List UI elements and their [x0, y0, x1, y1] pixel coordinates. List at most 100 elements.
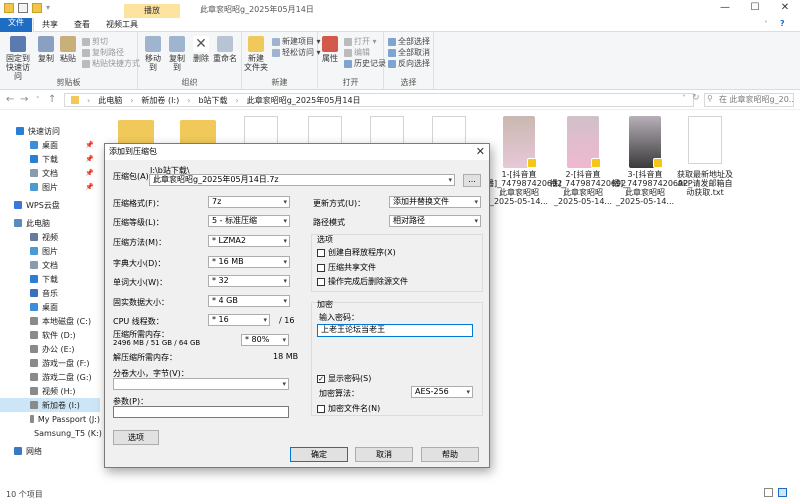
sidebar-item[interactable]: 音乐 — [0, 286, 100, 300]
new-folder-icon[interactable] — [32, 3, 42, 13]
create-sfx-checkbox[interactable]: 创建自释放程序(X) — [317, 247, 396, 258]
sidebar-item[interactable]: 游戏一盘 (F:) — [0, 356, 100, 370]
sidebar-item[interactable]: 视频 — [0, 230, 100, 244]
encrypt-filenames-checkbox[interactable]: 加密文件名(N) — [317, 403, 380, 414]
properties-button[interactable]: 属性 — [320, 36, 340, 63]
sidebar-item[interactable]: 新加卷 (I:) — [0, 398, 100, 412]
paste-button[interactable]: 粘贴 — [58, 36, 78, 63]
delete-button[interactable]: ✕ 删除 — [192, 36, 210, 63]
sidebar-item[interactable]: 下载 📌 — [0, 152, 100, 166]
refresh-icon[interactable]: ↻ — [692, 93, 700, 103]
help-button[interactable]: 帮助 — [421, 447, 479, 462]
edit-button[interactable]: 编辑 — [344, 47, 370, 58]
chevron-down-icon: ▾ — [283, 198, 287, 206]
rename-button[interactable]: 重命名 — [212, 36, 238, 63]
select-all-button[interactable]: 全部选择 — [388, 36, 430, 47]
pin-icon[interactable]: 📌 — [85, 141, 94, 149]
help-icon[interactable]: ? — [780, 19, 785, 28]
memory-percent-select[interactable]: * 80% ▾ — [241, 334, 289, 346]
tab-video-tools[interactable]: 视频工具 — [98, 18, 146, 32]
sidebar-item[interactable]: 图片 — [0, 244, 100, 258]
easy-access-button[interactable]: 轻松访问 ▾ — [272, 47, 321, 58]
large-icons-view-icon[interactable] — [778, 488, 787, 497]
copy-button[interactable]: 复制 — [36, 36, 56, 63]
breadcrumb-item[interactable]: 此电脑 — [98, 95, 122, 106]
params-input[interactable] — [113, 406, 289, 418]
move-to-button[interactable]: 移动到 — [142, 36, 164, 72]
path-mode-select[interactable]: 相对路径 ▾ — [389, 215, 481, 227]
sidebar-item[interactable]: 办公 (E:) — [0, 342, 100, 356]
ok-button[interactable]: 确定 — [290, 447, 348, 462]
compress-shared-checkbox[interactable]: 压缩共享文件 — [317, 262, 376, 273]
sidebar-item[interactable]: 视频 (H:) — [0, 384, 100, 398]
up-icon[interactable]: ↑ — [48, 94, 56, 105]
paste-shortcut-button[interactable]: 粘贴快捷方式 — [82, 58, 140, 69]
sidebar-item[interactable]: 桌面 — [0, 300, 100, 314]
invert-selection-button[interactable]: 反向选择 — [388, 58, 430, 69]
solid-select[interactable]: * 4 GB ▾ — [208, 295, 290, 307]
cut-button[interactable]: 剪切 — [82, 36, 108, 47]
customize-qat-icon[interactable]: ▾ — [46, 3, 50, 13]
collapse-ribbon-icon[interactable]: ˅ — [764, 20, 768, 29]
sidebar-item[interactable]: 网络 — [0, 444, 100, 458]
recent-locations-icon[interactable]: ˅ — [36, 96, 40, 104]
forward-icon[interactable]: → — [20, 94, 28, 105]
delete-after-checkbox[interactable]: 操作完成后删除源文件 — [317, 276, 408, 287]
encryption-method-select[interactable]: AES-256 ▾ — [411, 386, 473, 398]
browse-button[interactable]: ... — [463, 174, 481, 187]
maximize-button[interactable]: ☐ — [740, 2, 770, 16]
options-button[interactable]: 选项 — [113, 430, 159, 445]
dict-select[interactable]: * 16 MB ▾ — [208, 256, 290, 268]
details-view-icon[interactable] — [764, 488, 773, 497]
level-select[interactable]: 5 - 标准压缩 ▾ — [208, 215, 290, 227]
pin-icon[interactable]: 📌 — [85, 183, 94, 191]
select-none-button[interactable]: 全部取消 — [388, 47, 430, 58]
breadcrumb[interactable]: › 此电脑 › 新加卷 (I:) › b站下载 › 此章衮昭昭g_2025年05… — [64, 93, 694, 107]
history-button[interactable]: 历史记录 — [344, 58, 386, 69]
breadcrumb-item[interactable]: b站下载 — [198, 95, 227, 106]
sidebar-item[interactable]: 文档 📌 — [0, 166, 100, 180]
cancel-button[interactable]: 取消 — [355, 447, 413, 462]
show-password-checkbox[interactable]: ✓ 显示密码(S) — [317, 373, 371, 384]
close-button[interactable]: ✕ — [770, 2, 800, 16]
sidebar-item[interactable]: WPS云盘 — [0, 198, 100, 212]
tab-file[interactable]: 文件 — [0, 17, 32, 32]
back-icon[interactable]: ← — [6, 94, 14, 105]
sidebar-item[interactable]: 桌面 📌 — [0, 138, 100, 152]
breadcrumb-item[interactable]: 新加卷 (I:) — [141, 95, 179, 106]
minimize-button[interactable]: — — [710, 2, 740, 16]
sidebar-item[interactable]: Samsung_T5 (K:) — [0, 426, 102, 440]
word-select[interactable]: * 32 ▾ — [208, 275, 290, 287]
method-select[interactable]: * LZMA2 ▾ — [208, 235, 290, 247]
address-dropdown-icon[interactable]: ˅ — [682, 94, 686, 103]
breadcrumb-item[interactable]: 此章衮昭昭g_2025年05月14日 — [247, 95, 361, 106]
copy-path-button[interactable]: 复制路径 — [82, 47, 124, 58]
sidebar-item[interactable]: 本地磁盘 (C:) — [0, 314, 100, 328]
sidebar-item[interactable]: My Passport (J:) — [0, 412, 100, 426]
open-button[interactable]: 打开 ▾ — [344, 36, 377, 47]
sidebar-item[interactable]: 软件 (D:) — [0, 328, 100, 342]
copy-to-button[interactable]: 复制到 — [166, 36, 188, 72]
threads-select[interactable]: * 16 ▾ — [208, 314, 270, 326]
update-mode-select[interactable]: 添加并替换文件 ▾ — [389, 196, 481, 208]
tab-view[interactable]: 查看 — [66, 18, 98, 32]
new-item-button[interactable]: 新建项目 ▾ — [272, 36, 321, 47]
pin-quick-access-button[interactable]: 固定到 快速访问 — [3, 36, 33, 81]
split-size-select[interactable]: ▾ — [113, 378, 289, 390]
new-folder-button[interactable]: 新建 文件夹 — [244, 36, 268, 72]
archive-name-input[interactable]: 此章衮昭昭g_2025年05月14日.7z ▾ — [149, 174, 455, 186]
dialog-close-button[interactable]: ✕ — [476, 145, 485, 158]
search-input[interactable]: 在 此章衮昭昭g_20... — [704, 93, 794, 107]
sidebar-item[interactable]: 游戏二盘 (G:) — [0, 370, 100, 384]
sidebar-item[interactable]: 下载 — [0, 272, 100, 286]
pin-icon[interactable]: 📌 — [85, 169, 94, 177]
format-select[interactable]: 7z ▾ — [208, 196, 290, 208]
sidebar-item[interactable]: 文档 — [0, 258, 100, 272]
pin-icon[interactable]: 📌 — [85, 155, 94, 163]
sidebar-item[interactable]: 此电脑 — [0, 216, 100, 230]
checkbox-icon[interactable] — [18, 3, 28, 13]
tab-share[interactable]: 共享 — [34, 18, 66, 32]
password-input[interactable]: 上老王论坛当老王 — [317, 324, 473, 337]
sidebar-item[interactable]: 快速访问 — [0, 124, 100, 138]
sidebar-item[interactable]: 图片 📌 — [0, 180, 100, 194]
